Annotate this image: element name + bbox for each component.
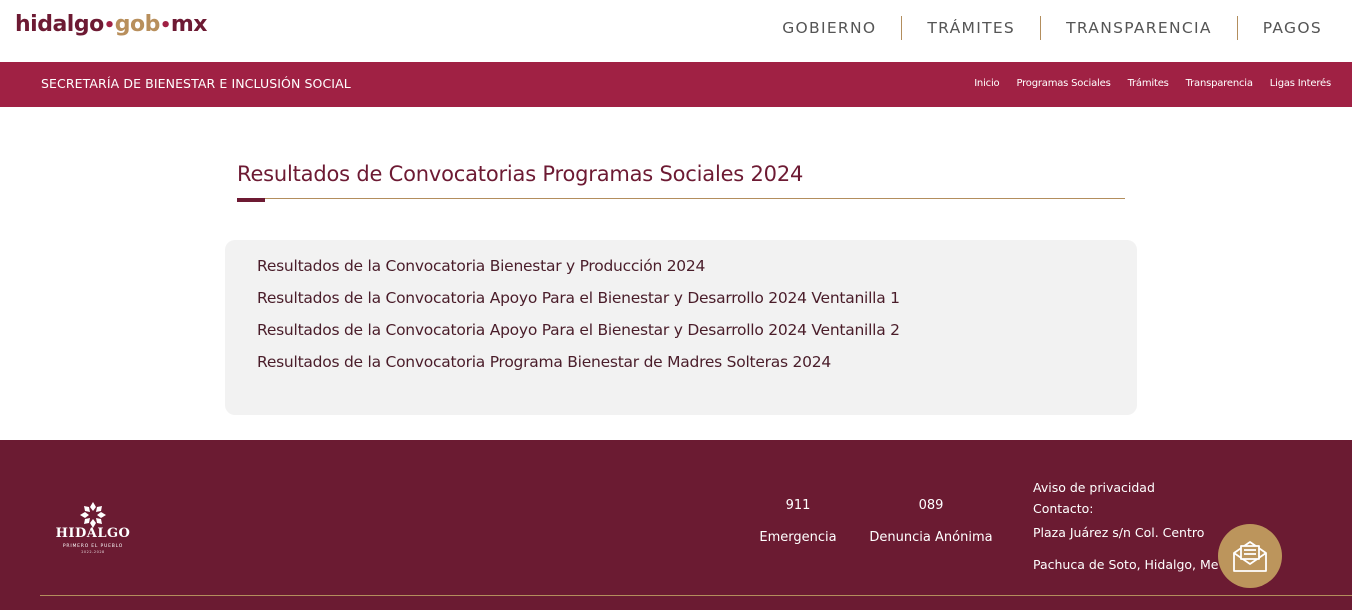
result-link-ventanilla-1[interactable]: Resultados de la Convocatoria Apoyo Para… [257,289,900,307]
top-nav-transparencia[interactable]: TRANSPARENCIA [1040,16,1237,40]
contact-label: Contacto: [1033,501,1094,516]
phone-number: 911 [785,498,811,513]
sec-nav-inicio[interactable]: Inicio [974,78,999,89]
phone-number: 089 [918,498,944,513]
list-item: Resultados de la Convocatoria Apoyo Para… [257,286,900,318]
result-link-madres-solteras[interactable]: Resultados de la Convocatoria Programa B… [257,353,831,371]
footer-divider [40,595,1352,596]
sec-nav-ligas-interes[interactable]: Ligas Interés [1270,78,1331,89]
sec-nav-tramites[interactable]: Trámites [1128,78,1169,89]
footer-logo-subtitle: PRIMERO EL PUEBLO [62,544,124,549]
logo-word-mx: mx [170,12,208,37]
secretaria-title[interactable]: SECRETARÍA DE BIENESTAR E INCLUSIÓN SOCI… [41,76,351,91]
list-item: Resultados de la Convocatoria Apoyo Para… [257,318,900,350]
sec-nav-programas-sociales[interactable]: Programas Sociales [1016,78,1110,89]
top-nav-tramites[interactable]: TRÁMITES [901,16,1040,40]
hidalgo-footer-logo[interactable]: HIDALGO PRIMERO EL PUEBLO 2022-2028 [51,502,135,554]
envelope-chat-icon [1233,541,1267,572]
logo-dot: • [103,15,116,36]
logo-word-hidalgo: hidalgo [15,12,104,37]
address-line-1: Plaza Juárez s/n Col. Centro [1033,525,1205,540]
secretaria-bar: SECRETARÍA DE BIENESTAR E INCLUSIÓN SOCI… [0,62,1352,107]
top-nav-pagos[interactable]: PAGOS [1236,16,1352,40]
top-nav-gobierno[interactable]: GOBIERNO [757,16,901,40]
footer-logo-years: 2022-2028 [81,550,105,554]
hidalgo-gob-mx-logo[interactable]: hidalgo•gob•mx [15,12,207,37]
hidalgo-flower-icon [80,502,106,528]
phone-label: Denuncia Anónima [869,530,993,545]
results-list: Resultados de la Convocatoria Bienestar … [257,254,900,382]
sec-nav-transparencia[interactable]: Transparencia [1186,78,1253,89]
phone-emergencia[interactable]: 911 Emergencia [757,498,839,545]
logo-word-gob: gob [114,12,161,37]
title-divider [237,198,1125,199]
list-item: Resultados de la Convocatoria Bienestar … [257,254,900,286]
result-link-bienestar-produccion[interactable]: Resultados de la Convocatoria Bienestar … [257,257,705,275]
title-accent-bar [237,198,265,202]
top-header: hidalgo•gob•mx GOBIERNO TRÁMITES TRANSPA… [0,0,1352,62]
footer-logo-text: HIDALGO [55,526,131,541]
chat-button[interactable] [1218,524,1282,588]
address-line-2: Pachuca de Soto, Hidalgo, Me [1033,557,1219,572]
phone-label: Emergencia [759,530,837,545]
page-title: Resultados de Convocatorias Programas So… [237,162,804,186]
results-panel: Resultados de la Convocatoria Bienestar … [225,240,1137,415]
logo-dot: • [159,15,172,36]
privacy-link[interactable]: Aviso de privacidad [1033,480,1155,495]
top-nav: GOBIERNO TRÁMITES TRANSPARENCIA PAGOS [757,16,1352,40]
secretaria-nav: Inicio Programas Sociales Trámites Trans… [957,78,1331,89]
list-item: Resultados de la Convocatoria Programa B… [257,350,900,382]
result-link-ventanilla-2[interactable]: Resultados de la Convocatoria Apoyo Para… [257,321,900,339]
footer: HIDALGO PRIMERO EL PUEBLO 2022-2028 911 … [0,440,1352,610]
phone-denuncia-anonima[interactable]: 089 Denuncia Anónima [865,498,997,545]
